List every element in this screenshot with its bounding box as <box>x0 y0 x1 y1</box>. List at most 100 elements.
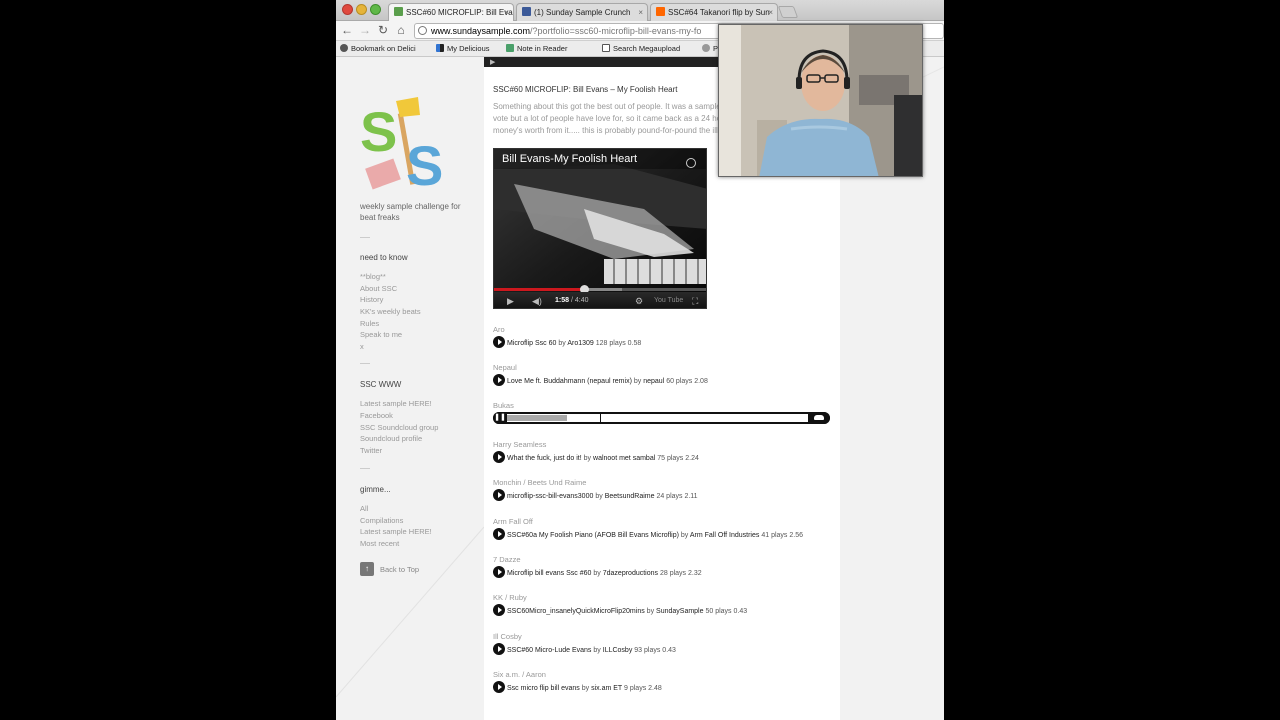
soundcloud-cloud-icon[interactable] <box>808 412 830 424</box>
track-user-link[interactable]: SundaySample <box>656 608 703 615</box>
link-x[interactable]: x <box>360 342 364 351</box>
play-icon[interactable] <box>493 566 505 578</box>
tab-ssc60[interactable]: SSC#60 MICROFLIP: Bill Evan × <box>388 3 514 21</box>
track-title-link[interactable]: Microflip Ssc 60 <box>507 340 556 347</box>
heading-gimme: gimme... <box>360 485 391 494</box>
link-twitter[interactable]: Twitter <box>360 446 382 455</box>
play-icon[interactable] <box>493 643 505 655</box>
svg-text:S: S <box>360 100 397 163</box>
bookmark-delicious[interactable]: Bookmark on Delici <box>340 43 416 54</box>
track-stats: 50 plays 0.43 <box>705 607 748 615</box>
ssc-favicon-icon <box>394 7 403 16</box>
back-to-top-arrow-icon[interactable]: ↑ <box>360 562 374 576</box>
track-user-link[interactable]: ILLCosby <box>603 647 633 654</box>
track-artist: Aro <box>493 325 505 334</box>
track-title-link[interactable]: Love Me ft. Buddahmann (nepaul remix) <box>507 378 632 385</box>
track-user-link[interactable]: BeetsundRaime <box>605 493 655 500</box>
settings-icon[interactable]: ⚙ <box>635 295 643 307</box>
play-icon[interactable] <box>493 681 505 693</box>
tab-facebook[interactable]: (1) Sunday Sample Crunch × <box>516 3 648 21</box>
track-title-link[interactable]: Ssc micro flip bill evans <box>507 685 580 692</box>
fullscreen-icon[interactable]: ⛶ <box>692 295 698 307</box>
link-latest-sample-2[interactable]: Latest sample HERE! <box>360 527 432 536</box>
track-stats: 93 plays 0.43 <box>634 646 676 654</box>
track-entry: Six a.m. / Aaron Ssc micro flip bill eva… <box>493 670 833 694</box>
youtube-logo-icon[interactable]: You Tube <box>654 295 683 307</box>
youtube-embed[interactable]: Bill Evans-My Foolish Heart ▶ ◀) 1:58 / … <box>493 148 707 309</box>
back-arrow-icon[interactable]: ← <box>340 23 354 37</box>
track-artist: KK / Ruby <box>493 593 527 602</box>
link-soundcloud-group[interactable]: SSC Soundcloud group <box>360 423 438 432</box>
track-title-link[interactable]: Microflip bill evans Ssc #60 <box>507 570 591 577</box>
track-artist: Nepaul <box>493 363 517 372</box>
track-user-link[interactable]: walnoot met sambal <box>593 455 655 462</box>
new-tab-button[interactable] <box>777 6 799 18</box>
link-compilations[interactable]: Compilations <box>360 516 403 525</box>
link-about-ssc[interactable]: About SSC <box>360 284 397 293</box>
forward-arrow-icon[interactable]: → <box>358 23 372 37</box>
track-artist: Ill Cosby <box>493 632 522 641</box>
link-speak-to-me[interactable]: Speak to me <box>360 330 402 339</box>
tab-bar: SSC#60 MICROFLIP: Bill Evan × (1) Sunday… <box>336 0 944 21</box>
play-icon[interactable] <box>493 374 505 386</box>
link-kk-weekly-beats[interactable]: KK's weekly beats <box>360 307 421 316</box>
track-stats: 24 plays 2.11 <box>656 492 698 500</box>
play-icon[interactable]: ▶ <box>490 58 495 66</box>
home-icon[interactable]: ⌂ <box>394 23 408 37</box>
link-soundcloud-profile[interactable]: Soundcloud profile <box>360 434 422 443</box>
play-icon[interactable]: ▶ <box>507 295 514 307</box>
video-time: 1:58 / 4:40 <box>555 297 589 304</box>
bookmark-note-in-reader[interactable]: Note in Reader <box>506 43 567 54</box>
play-icon[interactable] <box>493 489 505 501</box>
minimize-window-button[interactable] <box>356 4 367 15</box>
tab-close-icon[interactable]: × <box>504 4 509 21</box>
play-icon[interactable] <box>493 451 505 463</box>
track-title-link[interactable]: SSC#60a My Foolish Piano (AFOB Bill Evan… <box>507 532 679 539</box>
link-blog[interactable]: **blog** <box>360 272 386 281</box>
track-title-link[interactable]: SSC#60 Micro-Lude Evans <box>507 647 591 654</box>
bookmark-my-delicious[interactable]: My Delicious <box>436 43 490 54</box>
track-entry: Harry Seamless What the fuck, just do it… <box>493 440 833 464</box>
bookmark-search-megaupload[interactable]: Search Megaupload <box>602 43 680 54</box>
track-title-link[interactable]: SSC60Micro_insanelyQuickMicroFlip20mins <box>507 608 645 615</box>
track-user-link[interactable]: Arm Fall Off Industries <box>690 532 760 539</box>
link-most-recent[interactable]: Most recent <box>360 539 399 548</box>
tab-soundcloud[interactable]: SSC#64 Takanori flip by Sun × <box>650 3 778 21</box>
link-history[interactable]: History <box>360 295 383 304</box>
back-to-top-link[interactable]: Back to Top <box>380 565 419 574</box>
post-body: Something about this got the best out of… <box>493 102 726 135</box>
track-user-link[interactable]: 7dazeproductions <box>603 570 658 577</box>
link-facebook[interactable]: Facebook <box>360 411 393 420</box>
play-icon[interactable] <box>493 604 505 616</box>
link-all[interactable]: All <box>360 504 368 513</box>
close-window-button[interactable] <box>342 4 353 15</box>
play-icon[interactable] <box>493 336 505 348</box>
track-user-link[interactable]: nepaul <box>643 378 664 385</box>
pause-icon[interactable]: ❚❚ <box>493 412 507 424</box>
track-artist: Six a.m. / Aaron <box>493 670 546 679</box>
track-user-link[interactable]: Aro1309 <box>567 340 593 347</box>
play-icon[interactable] <box>493 528 505 540</box>
zoom-window-button[interactable] <box>370 4 381 15</box>
tab-close-icon[interactable]: × <box>638 4 643 21</box>
post-title: SSC#60 MICROFLIP: Bill Evans – My Foolis… <box>493 85 678 94</box>
divider <box>360 237 370 238</box>
volume-icon[interactable]: ◀) <box>532 295 542 307</box>
soundcloud-player[interactable]: ❚❚ <box>493 412 830 424</box>
video-title[interactable]: Bill Evans-My Foolish Heart <box>502 153 637 165</box>
video-progress-bar[interactable] <box>494 285 706 294</box>
svg-text:S: S <box>406 134 443 193</box>
webcam-overlay <box>718 24 923 177</box>
ssc-logo: S S <box>360 97 443 193</box>
tab-close-icon[interactable]: × <box>768 4 773 21</box>
link-rules[interactable]: Rules <box>360 319 379 328</box>
track-title-link[interactable]: microflip-ssc-bill-evans3000 <box>507 493 593 500</box>
track-stats: 75 plays 2.24 <box>657 454 699 462</box>
track-title-link[interactable]: What the fuck, just do it! <box>507 455 582 462</box>
video-progress-fill <box>494 288 584 291</box>
link-latest-sample[interactable]: Latest sample HERE! <box>360 399 432 408</box>
track-user-link[interactable]: six.am ET <box>591 685 622 692</box>
track-stats: 128 plays 0.58 <box>595 339 642 347</box>
reload-icon[interactable]: ↻ <box>376 23 390 37</box>
heading-need-to-know: need to know <box>360 253 408 262</box>
